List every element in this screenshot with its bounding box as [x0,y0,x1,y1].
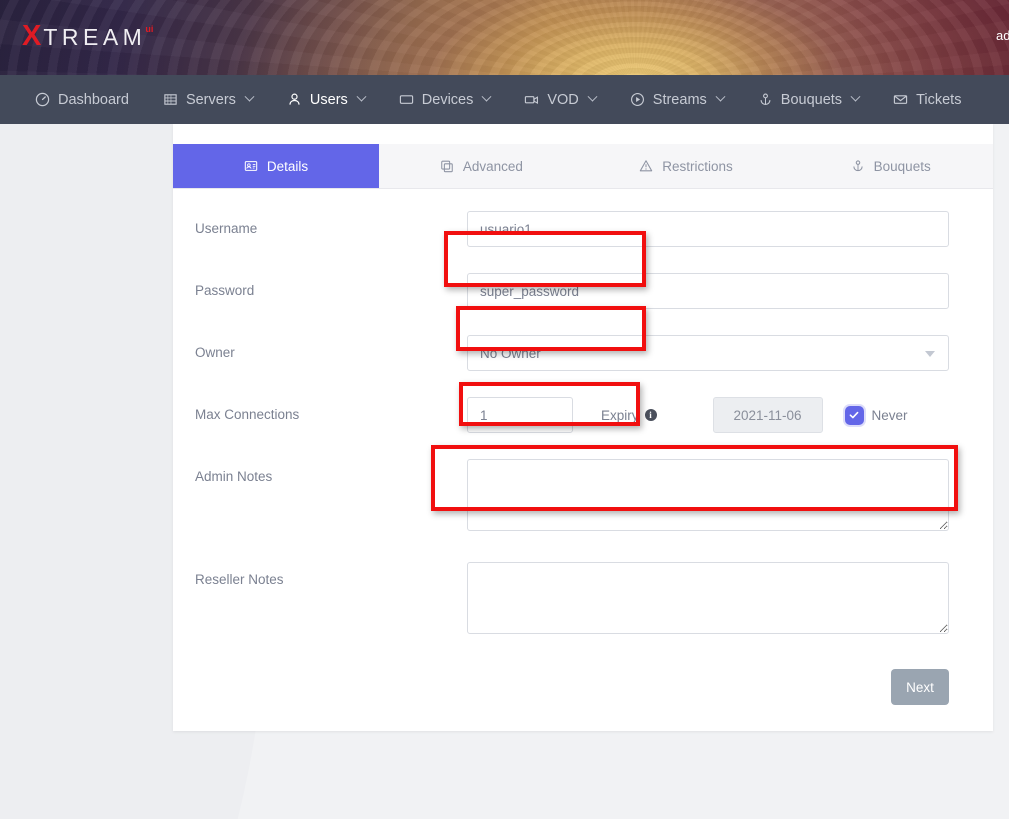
label-expiry: Expiry [601,408,639,423]
nav-label-streams: Streams [653,92,707,108]
xtream-ui-logo[interactable]: X TREAM ui [22,22,153,51]
tab-restrictions[interactable]: Restrictions [584,144,789,188]
chevron-down-icon [482,92,492,102]
sliders-icon [440,159,454,173]
nav-item-tickets[interactable]: Tickets [876,75,978,124]
device-screen-icon [399,92,414,107]
nav-label-devices: Devices [422,92,474,108]
nav-label-bouquets: Bouquets [781,92,842,108]
chevron-down-icon [356,92,366,102]
chevron-down-icon [715,92,725,102]
reseller-notes-textarea[interactable] [467,562,949,634]
label-password: Password [195,273,467,298]
video-camera-icon [524,92,539,107]
user-form-card: Details Advanced Restrictions Bouquets [173,124,993,731]
nav-label-dashboard: Dashboard [58,92,129,108]
server-rack-icon [163,92,178,107]
form-footer: Next [195,665,949,705]
logo-x-mark: X [22,22,41,51]
form-row-max-connections: Max Connections Expiry i [195,397,949,433]
nav-item-users[interactable]: Users [270,75,382,124]
nav-label-users: Users [310,92,348,108]
never-checkbox-group[interactable]: Never [845,406,908,425]
envelope-icon [893,92,908,107]
nav-item-dashboard[interactable]: Dashboard [18,75,146,124]
label-max-connections: Max Connections [195,397,467,422]
form-row-reseller-notes: Reseller Notes [195,562,949,639]
chevron-down-icon [851,92,861,102]
never-checkbox[interactable] [845,406,864,425]
details-form: Username Password Owner [173,189,993,731]
id-card-icon [244,159,258,173]
nav-item-vod[interactable]: VOD [507,75,612,124]
form-row-username: Username [195,211,949,247]
password-input[interactable] [467,273,949,309]
label-never: Never [872,408,908,423]
card-top-spacer [173,124,993,144]
nav-label-servers: Servers [186,92,236,108]
tab-bouquets[interactable]: Bouquets [788,144,993,188]
tab-label-advanced: Advanced [463,159,523,174]
label-username: Username [195,211,467,236]
form-row-admin-notes: Admin Notes [195,459,949,536]
dashboard-gauge-icon [35,92,50,107]
max-connections-cluster: Expiry i Never [467,397,949,433]
nav-item-streams[interactable]: Streams [613,75,741,124]
nav-item-devices[interactable]: Devices [382,75,508,124]
nav-label-vod: VOD [547,92,578,108]
chevron-down-icon [244,92,254,102]
username-input[interactable] [467,211,949,247]
label-owner: Owner [195,335,467,360]
tab-label-restrictions: Restrictions [662,159,733,174]
form-row-password: Password [195,273,949,309]
bouquet-flower-icon [851,159,865,173]
form-tab-bar: Details Advanced Restrictions Bouquets [173,144,993,189]
label-admin-notes: Admin Notes [195,459,467,484]
warning-triangle-icon [639,159,653,173]
logo-superscript: ui [145,25,153,34]
logo-wordmark: TREAM [43,26,146,49]
info-circle-icon[interactable]: i [645,409,657,421]
nav-label-tickets: Tickets [916,92,961,108]
bouquet-flower-icon [758,92,773,107]
form-row-owner: Owner [195,335,949,371]
nav-item-bouquets[interactable]: Bouquets [741,75,876,124]
owner-select[interactable] [467,335,949,371]
label-reseller-notes: Reseller Notes [195,562,467,587]
tab-advanced[interactable]: Advanced [379,144,584,188]
header-account-label[interactable]: admin [996,28,1009,43]
main-navigation-bar: Dashboard Servers Users Devices VOD Stre [0,75,1009,124]
max-connections-input[interactable] [467,397,573,433]
expiry-date-input[interactable] [713,397,823,433]
user-icon [287,92,302,107]
app-header-banner: X TREAM ui admin [0,0,1009,75]
tab-details[interactable]: Details [173,144,379,188]
tab-label-details: Details [267,159,308,174]
chevron-down-icon [587,92,597,102]
play-circle-icon [630,92,645,107]
nav-item-servers[interactable]: Servers [146,75,270,124]
admin-notes-textarea[interactable] [467,459,949,531]
expiry-label-group: Expiry i [601,408,657,423]
next-button[interactable]: Next [891,669,949,705]
page-body: Details Advanced Restrictions Bouquets [0,124,1009,819]
tab-label-bouquets: Bouquets [874,159,931,174]
